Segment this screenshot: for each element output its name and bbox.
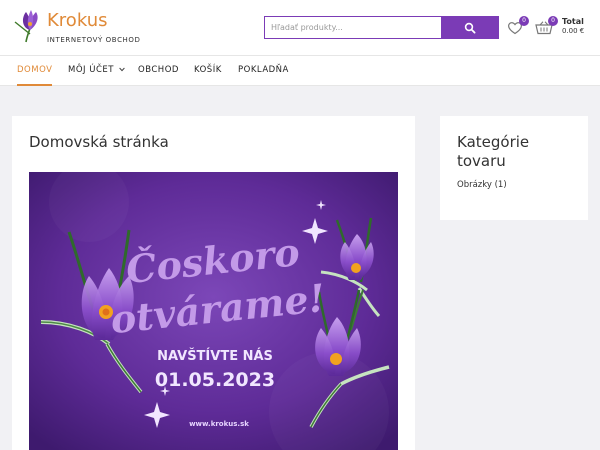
product-categories-widget: Kategórie tovaru Obrázky (1) [440, 116, 588, 220]
site-header: Krokus INTERNETOVÝ OBCHOD 0 0 Total 0.00… [0, 0, 600, 56]
nav-item-checkout[interactable]: POKLADŇA [238, 56, 289, 86]
chevron-down-icon [119, 67, 125, 72]
banner-visit-label: NAVŠTÍVTE NÁS [157, 348, 273, 364]
cart-count-badge: 0 [548, 16, 558, 26]
nav-item-shop[interactable]: OBCHOD [138, 56, 179, 86]
page-title: Domovská stránka [29, 133, 169, 151]
nav-item-cart[interactable]: KOŠÍK [194, 56, 222, 86]
main-navigation: DOMOV MÔJ ÚČET OBCHOD KOŠÍK POKLADŇA [0, 56, 600, 86]
banner-date: 01.05.2023 [155, 369, 275, 391]
product-search [264, 16, 500, 39]
mini-cart[interactable]: 0 Total 0.00 € [535, 16, 595, 40]
cart-total-value: 0.00 € [562, 27, 585, 35]
site-logo[interactable]: Krokus INTERNETOVÝ OBCHOD [12, 8, 152, 48]
wishlist-button[interactable]: 0 [506, 16, 530, 38]
brand-tagline: INTERNETOVÝ OBCHOD [47, 36, 141, 44]
main-content: Domovská stránka Čoskoro otvárame! NAVŠT… [12, 116, 415, 450]
banner-artwork: Čoskoro otvárame! NAVŠTÍVTE NÁS 01.05.20… [29, 172, 398, 450]
opening-banner-image: Čoskoro otvárame! NAVŠTÍVTE NÁS 01.05.20… [29, 172, 398, 450]
nav-item-label: MÔJ ÚČET [68, 65, 114, 75]
search-input[interactable] [264, 16, 441, 39]
brand-name: Krokus [47, 10, 108, 31]
wishlist-count-badge: 0 [519, 16, 529, 26]
widget-title: Kategórie tovaru [457, 133, 577, 171]
widget-title-line1: Kategórie [457, 133, 530, 151]
search-icon [464, 22, 476, 33]
category-link-images[interactable]: Obrázky (1) [457, 180, 507, 190]
search-button[interactable] [441, 16, 499, 39]
widget-title-line2: tovaru [457, 152, 506, 170]
nav-item-home[interactable]: DOMOV [17, 56, 53, 86]
nav-item-my-account[interactable]: MÔJ ÚČET [68, 56, 125, 86]
cart-total-label: Total [562, 17, 584, 26]
crocus-logo-icon [14, 10, 38, 43]
banner-website: www.krokus.sk [189, 420, 249, 428]
